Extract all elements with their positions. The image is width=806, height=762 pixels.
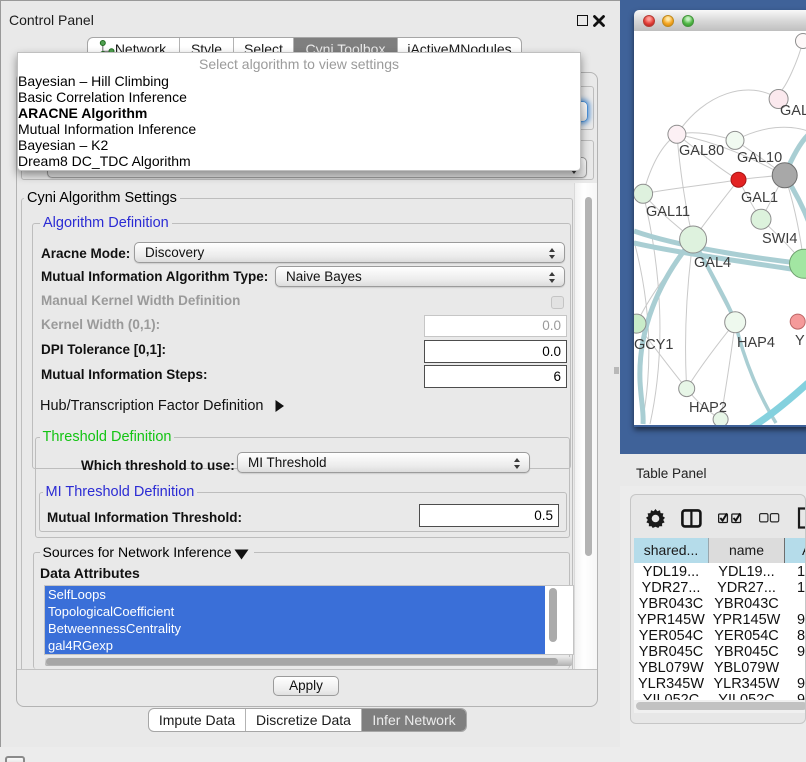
svg-text:HAP4: HAP4 <box>737 335 775 351</box>
svg-text:HAP2: HAP2 <box>689 400 727 416</box>
svg-text:SWI4: SWI4 <box>762 231 797 247</box>
svg-text:GAL1: GAL1 <box>741 190 778 206</box>
svg-text:GAL80: GAL80 <box>679 143 724 159</box>
svg-text:GCY1: GCY1 <box>634 337 674 353</box>
svg-text:GAL4: GAL4 <box>694 255 731 271</box>
svg-text:Y: Y <box>795 333 805 349</box>
svg-text:GAL11: GAL11 <box>646 204 690 220</box>
svg-text:GAL: GAL <box>780 103 806 119</box>
svg-text:GAL10: GAL10 <box>737 150 782 166</box>
